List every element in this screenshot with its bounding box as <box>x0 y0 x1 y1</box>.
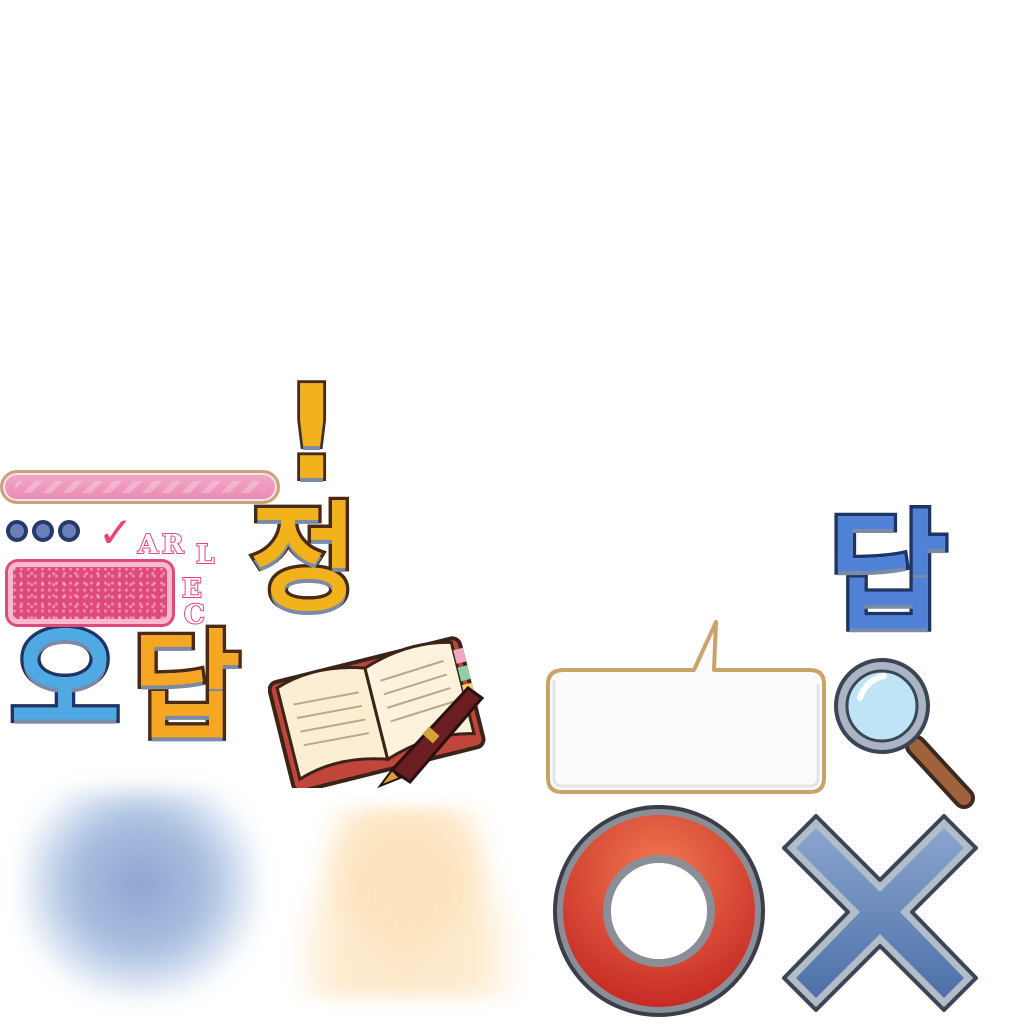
ellipsis-dot <box>32 520 54 542</box>
jeong-glyph: 정 <box>247 490 363 628</box>
stamp-letter: A <box>137 529 159 561</box>
sparkle-pink-box <box>8 562 172 624</box>
pink-ribbon-bar <box>0 470 280 504</box>
dap-glyph-right: 답 <box>825 497 952 649</box>
ellipsis-dot <box>6 520 28 542</box>
stamp-letter: R <box>161 529 185 561</box>
stamp-letter: L <box>195 539 215 571</box>
speech-bubble-icon <box>546 620 826 794</box>
magnifier-icon <box>834 658 975 809</box>
open-notebook-icon <box>268 636 486 788</box>
exclaim-glyph: ! <box>279 357 344 509</box>
blurred-orange-sprite <box>288 808 524 998</box>
circle-o-icon <box>553 805 765 1017</box>
o-glyph: 오 <box>6 612 123 751</box>
blurred-blue-sprite <box>20 790 260 1000</box>
ellipsis-dot <box>58 520 80 542</box>
dap-glyph-left: 답 <box>129 618 245 756</box>
check-mark-icon: ✓ <box>98 508 134 557</box>
stamp-letter: C <box>183 599 206 631</box>
cross-x-icon <box>782 814 978 1012</box>
